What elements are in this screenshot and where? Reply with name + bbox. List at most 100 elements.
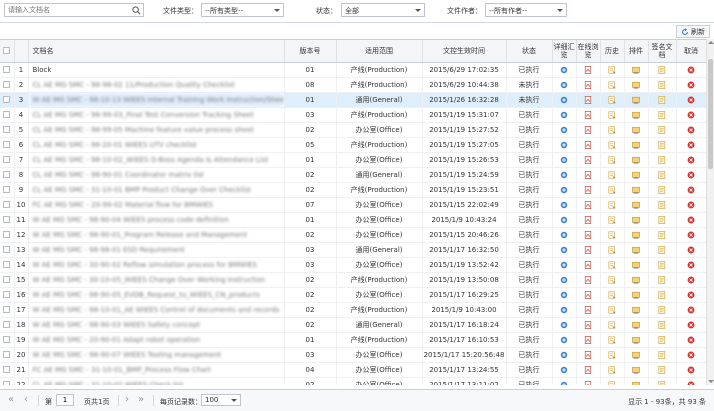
cancel-icon[interactable] <box>687 276 695 284</box>
pdf-preview-icon[interactable] <box>584 290 592 299</box>
row-checkbox[interactable] <box>3 291 11 298</box>
cancel-icon[interactable] <box>687 66 695 74</box>
sort-icon[interactable] <box>632 336 640 344</box>
row-checkbox[interactable] <box>3 306 11 313</box>
cancel-icon[interactable] <box>687 351 695 359</box>
pdf-preview-icon[interactable] <box>584 215 592 224</box>
doc-name[interactable]: CL AE MG SMC - 98-99-03_Final Test Conve… <box>28 107 285 123</box>
sort-icon[interactable] <box>632 216 640 224</box>
search-input[interactable] <box>5 4 129 16</box>
history-icon[interactable] <box>608 170 616 179</box>
pdf-preview-icon[interactable] <box>584 200 592 209</box>
pdf-preview-icon[interactable] <box>584 230 592 239</box>
signed-doc-icon[interactable] <box>658 305 666 314</box>
doc-name[interactable]: W AE MG SMC - 98-90-07 WIEES Tooling man… <box>28 347 285 363</box>
table-row[interactable]: 14 W AE MG SMC - 30-90-02 Reflow simulati… <box>0 257 706 273</box>
table-row[interactable]: 9 CL AE MG SMC - 31-10-01 BMP Product Cha… <box>0 182 706 198</box>
signed-doc-icon[interactable] <box>658 350 666 359</box>
doc-name[interactable]: CL AE MG SMC - 98-90-01 Coordinator matr… <box>28 167 285 183</box>
history-icon[interactable] <box>608 140 616 149</box>
cancel-icon[interactable] <box>687 171 695 179</box>
table-row[interactable]: 10 FC AE MG SMC - 20-99-02 Material flow … <box>0 197 706 213</box>
row-checkbox[interactable] <box>3 141 11 148</box>
doc-name[interactable]: CL AE MG SMC - 98-99-05 Machine feature … <box>28 122 285 138</box>
cancel-icon[interactable] <box>687 246 695 254</box>
pdf-preview-icon[interactable] <box>584 80 592 89</box>
table-row[interactable]: 16 W AE MG SMC - 98-90-05_EVOB_Request_to… <box>0 287 706 303</box>
sort-icon[interactable] <box>632 381 640 385</box>
cancel-icon[interactable] <box>687 216 695 224</box>
header-version[interactable]: 版本号 <box>284 40 337 63</box>
row-checkbox[interactable] <box>3 186 11 193</box>
signed-doc-icon[interactable] <box>658 320 666 329</box>
table-row[interactable]: 4 CL AE MG SMC - 98-99-03_Final Test Conv… <box>0 107 706 123</box>
history-icon[interactable] <box>608 110 616 119</box>
scroll-up-icon[interactable] <box>708 41 714 44</box>
row-checkbox[interactable] <box>3 111 11 118</box>
cancel-icon[interactable] <box>687 96 695 104</box>
cancel-icon[interactable] <box>687 366 695 374</box>
pdf-preview-icon[interactable] <box>584 185 592 194</box>
detail-icon[interactable] <box>560 306 568 314</box>
detail-icon[interactable] <box>560 276 568 284</box>
table-row[interactable]: 18 W AE MG SMC - 98-90-03 WIEES Safety co… <box>0 317 706 333</box>
row-checkbox[interactable] <box>3 321 11 328</box>
cancel-icon[interactable] <box>687 321 695 329</box>
row-checkbox[interactable] <box>3 231 11 238</box>
doc-name[interactable]: CL AE MG SMC - 98-10-02_WIEES G-Boss Age… <box>28 152 285 168</box>
per-page-select[interactable]: 100 <box>201 394 241 406</box>
signed-doc-icon[interactable] <box>658 245 666 254</box>
doc-name[interactable]: W AE MG SMC - 20-90-01 Adapt robot opera… <box>28 332 285 348</box>
history-icon[interactable] <box>608 320 616 329</box>
history-icon[interactable] <box>608 305 616 314</box>
doc-name[interactable]: W AE MG SMC - 98-90-04 WIEES process cod… <box>28 212 285 228</box>
history-icon[interactable] <box>608 95 616 104</box>
history-icon[interactable] <box>608 125 616 134</box>
detail-icon[interactable] <box>560 186 568 194</box>
cancel-icon[interactable] <box>687 201 695 209</box>
sort-icon[interactable] <box>632 141 640 149</box>
row-checkbox[interactable] <box>3 156 11 163</box>
history-icon[interactable] <box>608 350 616 359</box>
pdf-preview-icon[interactable] <box>584 155 592 164</box>
doc-name[interactable]: FC AE MG SMC - 20-99-02 Material flow fo… <box>28 197 285 213</box>
sort-icon[interactable] <box>632 96 640 104</box>
detail-icon[interactable] <box>560 246 568 254</box>
row-checkbox[interactable] <box>3 351 11 358</box>
doc-name[interactable]: W AE MG SMC - 98-10-01_AE WIEES Control … <box>28 302 285 318</box>
history-icon[interactable] <box>608 215 616 224</box>
detail-icon[interactable] <box>560 81 568 89</box>
sort-icon[interactable] <box>632 306 640 314</box>
signed-doc-icon[interactable] <box>658 110 666 119</box>
signed-doc-icon[interactable] <box>658 290 666 299</box>
table-row[interactable]: 19 W AE MG SMC - 20-90-01 Adapt robot ope… <box>0 332 706 348</box>
row-checkbox[interactable] <box>3 201 11 208</box>
doc-name[interactable]: Block <box>28 62 285 78</box>
history-icon[interactable] <box>608 260 616 269</box>
signed-doc-icon[interactable] <box>658 155 666 164</box>
pdf-preview-icon[interactable] <box>584 305 592 314</box>
row-checkbox[interactable] <box>3 96 11 103</box>
row-checkbox[interactable] <box>3 126 11 133</box>
row-checkbox[interactable] <box>3 366 11 373</box>
sort-icon[interactable] <box>632 366 640 374</box>
history-icon[interactable] <box>608 65 616 74</box>
prev-page-icon[interactable]: ‹ <box>24 395 28 405</box>
signed-doc-icon[interactable] <box>658 380 666 385</box>
signed-doc-icon[interactable] <box>658 65 666 74</box>
detail-icon[interactable] <box>560 261 568 269</box>
pdf-preview-icon[interactable] <box>584 380 592 385</box>
table-row[interactable]: 13 W AE MG SMC - 98-98-01 ESD Requirement… <box>0 242 706 258</box>
signed-doc-icon[interactable] <box>658 230 666 239</box>
detail-icon[interactable] <box>560 156 568 164</box>
pdf-preview-icon[interactable] <box>584 350 592 359</box>
row-checkbox[interactable] <box>3 216 11 223</box>
row-checkbox[interactable] <box>3 66 11 73</box>
sort-icon[interactable] <box>632 156 640 164</box>
detail-icon[interactable] <box>560 291 568 299</box>
row-checkbox[interactable] <box>3 246 11 253</box>
sort-icon[interactable] <box>632 351 640 359</box>
signed-doc-icon[interactable] <box>658 365 666 374</box>
sort-icon[interactable] <box>632 321 640 329</box>
history-icon[interactable] <box>608 380 616 385</box>
